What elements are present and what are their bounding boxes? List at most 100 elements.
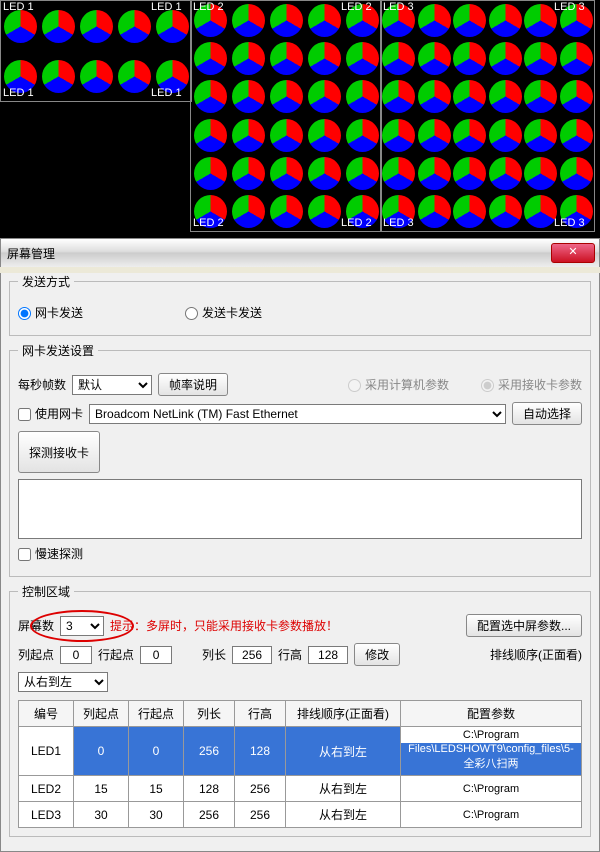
pie-icon bbox=[524, 4, 557, 37]
led-screen[interactable]: LED 1 LED 1 LED 1 LED 1 bbox=[0, 0, 192, 102]
order-select[interactable]: 从右到左 bbox=[18, 672, 108, 692]
pie-icon bbox=[453, 4, 486, 37]
pie-icon bbox=[232, 4, 265, 37]
fps-select[interactable]: 默认 bbox=[72, 375, 152, 395]
multi-screen-hint: 提示：多屏时，只能采用接收卡参数播放！ bbox=[110, 617, 338, 634]
table-header: 列起点 bbox=[74, 701, 129, 727]
led-label: LED 2 bbox=[193, 1, 224, 13]
pie-icon bbox=[270, 42, 303, 75]
order-label: 排线顺序(正面看) bbox=[490, 646, 582, 663]
pie-icon bbox=[524, 80, 557, 113]
pie-icon bbox=[232, 195, 265, 228]
table-header: 排线顺序(正面看) bbox=[286, 701, 401, 727]
radio-use-pc-params: 采用计算机参数 bbox=[348, 376, 449, 393]
dialog-body: 发送方式 网卡发送 发送卡发送 网卡发送设置 每秒帧数 默认 帧率说明 采用计算… bbox=[0, 273, 600, 852]
pie-icon bbox=[194, 80, 227, 113]
pie-icon bbox=[346, 80, 379, 113]
pie-icon bbox=[560, 80, 593, 113]
pie-icon bbox=[270, 80, 303, 113]
pie-icon bbox=[560, 157, 593, 190]
pie-icon bbox=[270, 195, 303, 228]
pie-icon bbox=[418, 119, 451, 152]
col-start-input[interactable] bbox=[60, 646, 92, 664]
table-row[interactable]: LED100256128从右到左C:\ProgramFiles\LEDSHOWT… bbox=[19, 727, 582, 776]
screens-label: 屏幕数 bbox=[18, 617, 54, 634]
pie-icon bbox=[270, 157, 303, 190]
led-label: LED 3 bbox=[554, 1, 585, 13]
led-label: LED 3 bbox=[383, 1, 414, 13]
config-screen-button[interactable]: 配置选中屏参数... bbox=[466, 614, 582, 637]
col-len-input[interactable] bbox=[232, 646, 272, 664]
pie-icon bbox=[560, 119, 593, 152]
auto-select-button[interactable]: 自动选择 bbox=[512, 402, 582, 425]
nic-settings-group: 网卡发送设置 每秒帧数 默认 帧率说明 采用计算机参数 采用接收卡参数 使用网卡… bbox=[9, 342, 591, 577]
slow-detect-checkbox[interactable]: 慢速探测 bbox=[18, 545, 83, 562]
table-header: 配置参数 bbox=[401, 701, 582, 727]
pie-icon bbox=[453, 119, 486, 152]
fps-label: 每秒帧数 bbox=[18, 376, 66, 393]
control-area-group: 控制区域 屏幕数 3 提示：多屏时，只能采用接收卡参数播放！ 配置选中屏参数..… bbox=[9, 583, 591, 837]
dialog-titlebar: 屏幕管理 ✕ bbox=[0, 238, 600, 267]
modify-button[interactable]: 修改 bbox=[354, 643, 400, 666]
pie-icon bbox=[308, 157, 341, 190]
row-h-input[interactable] bbox=[308, 646, 348, 664]
dialog-title: 屏幕管理 bbox=[7, 245, 55, 262]
close-icon[interactable]: ✕ bbox=[551, 243, 595, 263]
col-len-label: 列长 bbox=[202, 646, 226, 663]
row-start-input[interactable] bbox=[140, 646, 172, 664]
pie-icon bbox=[524, 42, 557, 75]
pie-icon bbox=[346, 157, 379, 190]
pie-icon bbox=[489, 119, 522, 152]
pie-icon bbox=[418, 42, 451, 75]
pie-icon bbox=[270, 119, 303, 152]
nic-select[interactable]: Broadcom NetLink (TM) Fast Ethernet bbox=[89, 404, 506, 424]
pie-icon bbox=[270, 4, 303, 37]
led-label: LED 3 bbox=[383, 217, 414, 229]
led-screen[interactable]: LED 3LED 3LED 3LED 3 bbox=[380, 0, 595, 232]
detect-output[interactable] bbox=[18, 479, 582, 539]
send-method-legend: 发送方式 bbox=[18, 273, 74, 290]
led-label: LED 2 bbox=[341, 1, 372, 13]
radio-card-send[interactable]: 发送卡发送 bbox=[185, 304, 262, 321]
screens-select[interactable]: 3 bbox=[60, 616, 104, 636]
pie-icon bbox=[453, 195, 486, 228]
led-label: LED 1 bbox=[151, 87, 182, 99]
pie-icon bbox=[418, 157, 451, 190]
pie-icon bbox=[524, 195, 557, 228]
use-nic-checkbox[interactable]: 使用网卡 bbox=[18, 405, 83, 422]
radio-nic-send[interactable]: 网卡发送 bbox=[18, 304, 83, 321]
screens-table: 编号列起点行起点列长行高排线顺序(正面看)配置参数 LED100256128从右… bbox=[18, 700, 582, 828]
pie-icon bbox=[453, 80, 486, 113]
pie-icon bbox=[346, 119, 379, 152]
fps-help-button[interactable]: 帧率说明 bbox=[158, 373, 228, 396]
led-screen[interactable]: LED 2 LED 2 LED 2 LED 2 bbox=[190, 0, 382, 232]
row-start-label: 行起点 bbox=[98, 646, 134, 663]
table-row[interactable]: LED33030256256从右到左C:\Program bbox=[19, 802, 582, 828]
pie-icon bbox=[489, 42, 522, 75]
led-label: LED 1 bbox=[3, 87, 34, 99]
preview-area: LED 1LED 1LED 1LED 1LED 2LED 2LED 2LED 2… bbox=[0, 0, 600, 238]
pie-icon bbox=[489, 157, 522, 190]
pie-icon bbox=[194, 157, 227, 190]
send-method-group: 发送方式 网卡发送 发送卡发送 bbox=[9, 273, 591, 336]
pie-icon bbox=[382, 157, 415, 190]
pie-icon bbox=[80, 10, 113, 43]
detect-recv-button[interactable]: 探测接收卡 bbox=[18, 431, 100, 473]
pie-icon bbox=[418, 195, 451, 228]
table-row[interactable]: LED21515128256从右到左C:\Program bbox=[19, 776, 582, 802]
pie-icon bbox=[80, 60, 113, 93]
pie-icon bbox=[418, 4, 451, 37]
led-label: LED 2 bbox=[193, 217, 224, 229]
table-header: 列长 bbox=[184, 701, 235, 727]
table-header: 编号 bbox=[19, 701, 74, 727]
pie-icon bbox=[308, 42, 341, 75]
pie-icon bbox=[382, 119, 415, 152]
led-label: LED 1 bbox=[151, 1, 182, 13]
pie-icon bbox=[118, 60, 151, 93]
led-label: LED 1 bbox=[3, 1, 34, 13]
pie-icon bbox=[232, 42, 265, 75]
pie-icon bbox=[4, 10, 37, 43]
pie-icon bbox=[232, 80, 265, 113]
led-label: LED 2 bbox=[341, 217, 372, 229]
table-header: 行高 bbox=[235, 701, 286, 727]
